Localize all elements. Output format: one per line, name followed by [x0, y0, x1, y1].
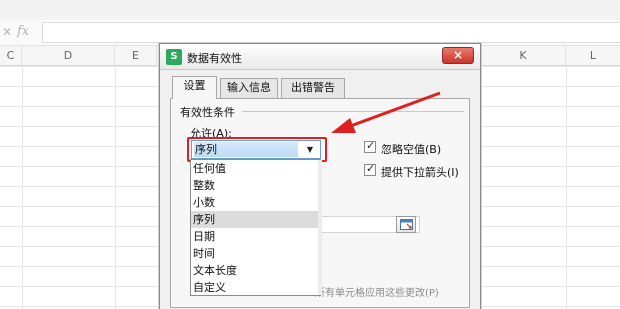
dropdown-option-time[interactable]: 时间: [191, 245, 320, 262]
column-header-k[interactable]: K: [481, 46, 566, 66]
validation-criteria-heading: 有效性条件: [180, 106, 235, 119]
in-cell-dropdown-label[interactable]: 提供下拉箭头(I): [381, 164, 459, 180]
range-select-icon: [400, 219, 413, 230]
checkmark-icon: ✓: [366, 162, 376, 175]
grid-line: [115, 66, 116, 309]
dropdown-option-decimal[interactable]: 小数: [191, 194, 320, 211]
dialog-tabs: 设置 输入信息 出错警告: [172, 76, 472, 99]
grid-line: [22, 66, 23, 309]
column-header-l[interactable]: L: [566, 46, 620, 66]
dropdown-option-custom[interactable]: 自定义: [191, 279, 320, 296]
dropdown-option-date[interactable]: 日期: [191, 228, 320, 245]
dropdown-option-text-length[interactable]: 文本长度: [191, 262, 320, 279]
dialog-title: 数据有效性: [187, 52, 242, 65]
dropdown-option-whole-number[interactable]: 整数: [191, 177, 320, 194]
fx-icon[interactable]: fx: [17, 23, 37, 41]
close-button[interactable]: ×: [442, 47, 474, 64]
ignore-blank-label[interactable]: 忽略空值(B): [381, 141, 441, 157]
tab-error-alert[interactable]: 出错警告: [281, 78, 345, 98]
data-validation-dialog: S 数据有效性 × 设置 输入信息 出错警告 有效性条件 允许(A): 序列 ▼…: [159, 43, 481, 309]
dropdown-scrollbar[interactable]: [318, 160, 322, 295]
apply-to-all-label[interactable]: 所有单元格应用这些更改(P): [315, 284, 439, 299]
ignore-blank-checkbox[interactable]: ✓: [364, 139, 376, 153]
toolbar-strip: [0, 0, 620, 20]
close-icon[interactable]: ✕: [2, 24, 16, 40]
column-header-e[interactable]: E: [115, 46, 157, 66]
tab-input-message[interactable]: 输入信息: [220, 78, 278, 98]
checkmark-icon: ✓: [366, 139, 376, 152]
column-header-d[interactable]: D: [22, 46, 115, 66]
dialog-titlebar[interactable]: S 数据有效性 ×: [160, 44, 480, 70]
grid-line: [566, 66, 567, 309]
dropdown-option-any-value[interactable]: 任何值: [191, 160, 320, 177]
app-logo-icon: S: [166, 49, 182, 65]
formula-input[interactable]: [42, 22, 620, 43]
column-header-c[interactable]: C: [0, 46, 22, 66]
divider: [242, 111, 464, 112]
tab-settings[interactable]: 设置: [172, 76, 217, 99]
allow-dropdown-list: 任何值 整数 小数 序列 日期 时间 文本长度 自定义: [190, 159, 322, 296]
range-select-button[interactable]: [396, 216, 416, 233]
in-cell-dropdown-checkbox[interactable]: ✓: [364, 162, 376, 176]
dropdown-option-list[interactable]: 序列: [191, 211, 320, 228]
